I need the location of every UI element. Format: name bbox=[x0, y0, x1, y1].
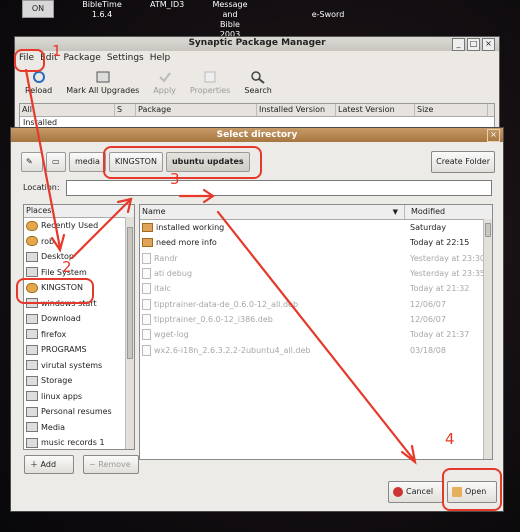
arrow-file-to-kingston bbox=[24, 68, 62, 250]
arrow-to-open bbox=[216, 210, 416, 462]
annotation-arrows bbox=[24, 68, 417, 465]
arrow-kingston-to-path bbox=[70, 198, 132, 260]
